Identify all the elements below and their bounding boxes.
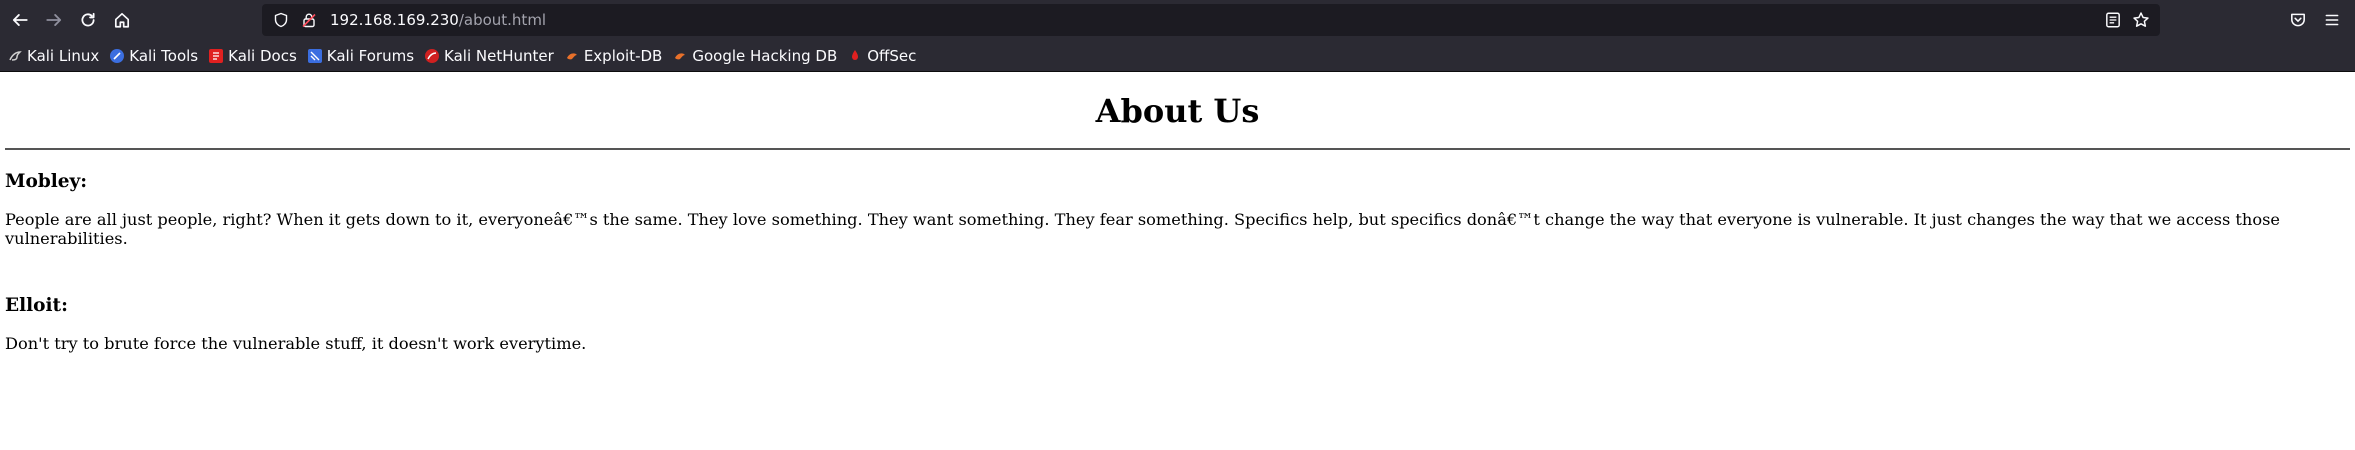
bookmarks-toolbar: Kali Linux Kali Tools Kali Docs Kali For… [0, 40, 2355, 72]
shield-icon[interactable] [272, 11, 290, 29]
url-bar[interactable]: 192.168.169.230/about.html [262, 4, 2160, 36]
section-elloit: Elloit: Don't try to brute force the vul… [5, 294, 2350, 353]
bookmark-star-icon[interactable] [2132, 11, 2150, 29]
kali-docs-icon [209, 48, 224, 63]
back-button[interactable] [5, 5, 35, 35]
ghdb-icon [673, 49, 687, 63]
bookmark-kali-forums[interactable]: Kali Forums [307, 46, 415, 65]
kali-tools-icon [110, 48, 125, 63]
offsec-icon [848, 49, 862, 63]
url-bar-actions [2104, 4, 2150, 36]
bookmark-exploit-db[interactable]: Exploit-DB [565, 46, 663, 65]
arrow-right-icon [46, 14, 62, 26]
bookmark-label: OffSec [867, 46, 917, 65]
url-text[interactable]: 192.168.169.230/about.html [330, 11, 546, 29]
section-heading: Elloit: [5, 295, 68, 317]
bookmark-label: Kali Forums [326, 46, 415, 65]
kali-forums-icon [307, 48, 322, 63]
reader-view-icon[interactable] [2104, 11, 2122, 29]
pocket-icon[interactable] [2289, 11, 2307, 29]
section-mobley: Mobley: People are all just people, righ… [5, 170, 2350, 248]
section-heading: Mobley: [5, 171, 88, 193]
forward-button[interactable] [39, 5, 69, 35]
section-text: People are all just people, right? When … [5, 210, 2280, 249]
bookmark-label: Kali Tools [129, 46, 199, 65]
page-content: About Us Mobley: People are all just peo… [0, 92, 2355, 353]
bookmark-label: Google Hacking DB [692, 46, 838, 65]
bookmark-offsec[interactable]: OffSec [848, 47, 916, 65]
reload-button[interactable] [73, 5, 103, 35]
bookmark-label: Kali Docs [228, 46, 297, 65]
url-host: 192.168.169.230 [330, 11, 459, 29]
url-path: /about.html [458, 11, 547, 29]
section-text: Don't try to brute force the vulnerable … [5, 334, 587, 354]
bookmark-label: Kali Linux [27, 46, 100, 65]
bookmark-kali-nethunter[interactable]: Kali NetHunter [425, 47, 554, 65]
toolbar-right [2289, 5, 2341, 35]
home-button[interactable] [107, 5, 137, 35]
browser-toolbar: 192.168.169.230/about.html [0, 0, 2355, 40]
hamburger-menu-icon[interactable] [2323, 11, 2341, 29]
nethunter-icon [425, 48, 440, 63]
bookmark-kali-tools[interactable]: Kali Tools [110, 47, 198, 65]
bookmark-label: Kali NetHunter [444, 46, 554, 65]
page-title: About Us [1095, 92, 1260, 130]
bookmark-label: Exploit-DB [583, 46, 663, 65]
insecure-lock-icon[interactable] [300, 11, 318, 29]
home-icon [114, 12, 130, 28]
bookmark-google-hacking-db[interactable]: Google Hacking DB [673, 47, 837, 65]
reload-icon [81, 12, 95, 27]
bookmark-kali-docs[interactable]: Kali Docs [209, 47, 297, 65]
kali-dragon-icon [8, 49, 22, 63]
exploit-db-icon [565, 49, 579, 63]
arrow-left-icon [12, 14, 28, 26]
bookmark-kali-linux[interactable]: Kali Linux [8, 47, 99, 65]
divider [5, 148, 2350, 151]
